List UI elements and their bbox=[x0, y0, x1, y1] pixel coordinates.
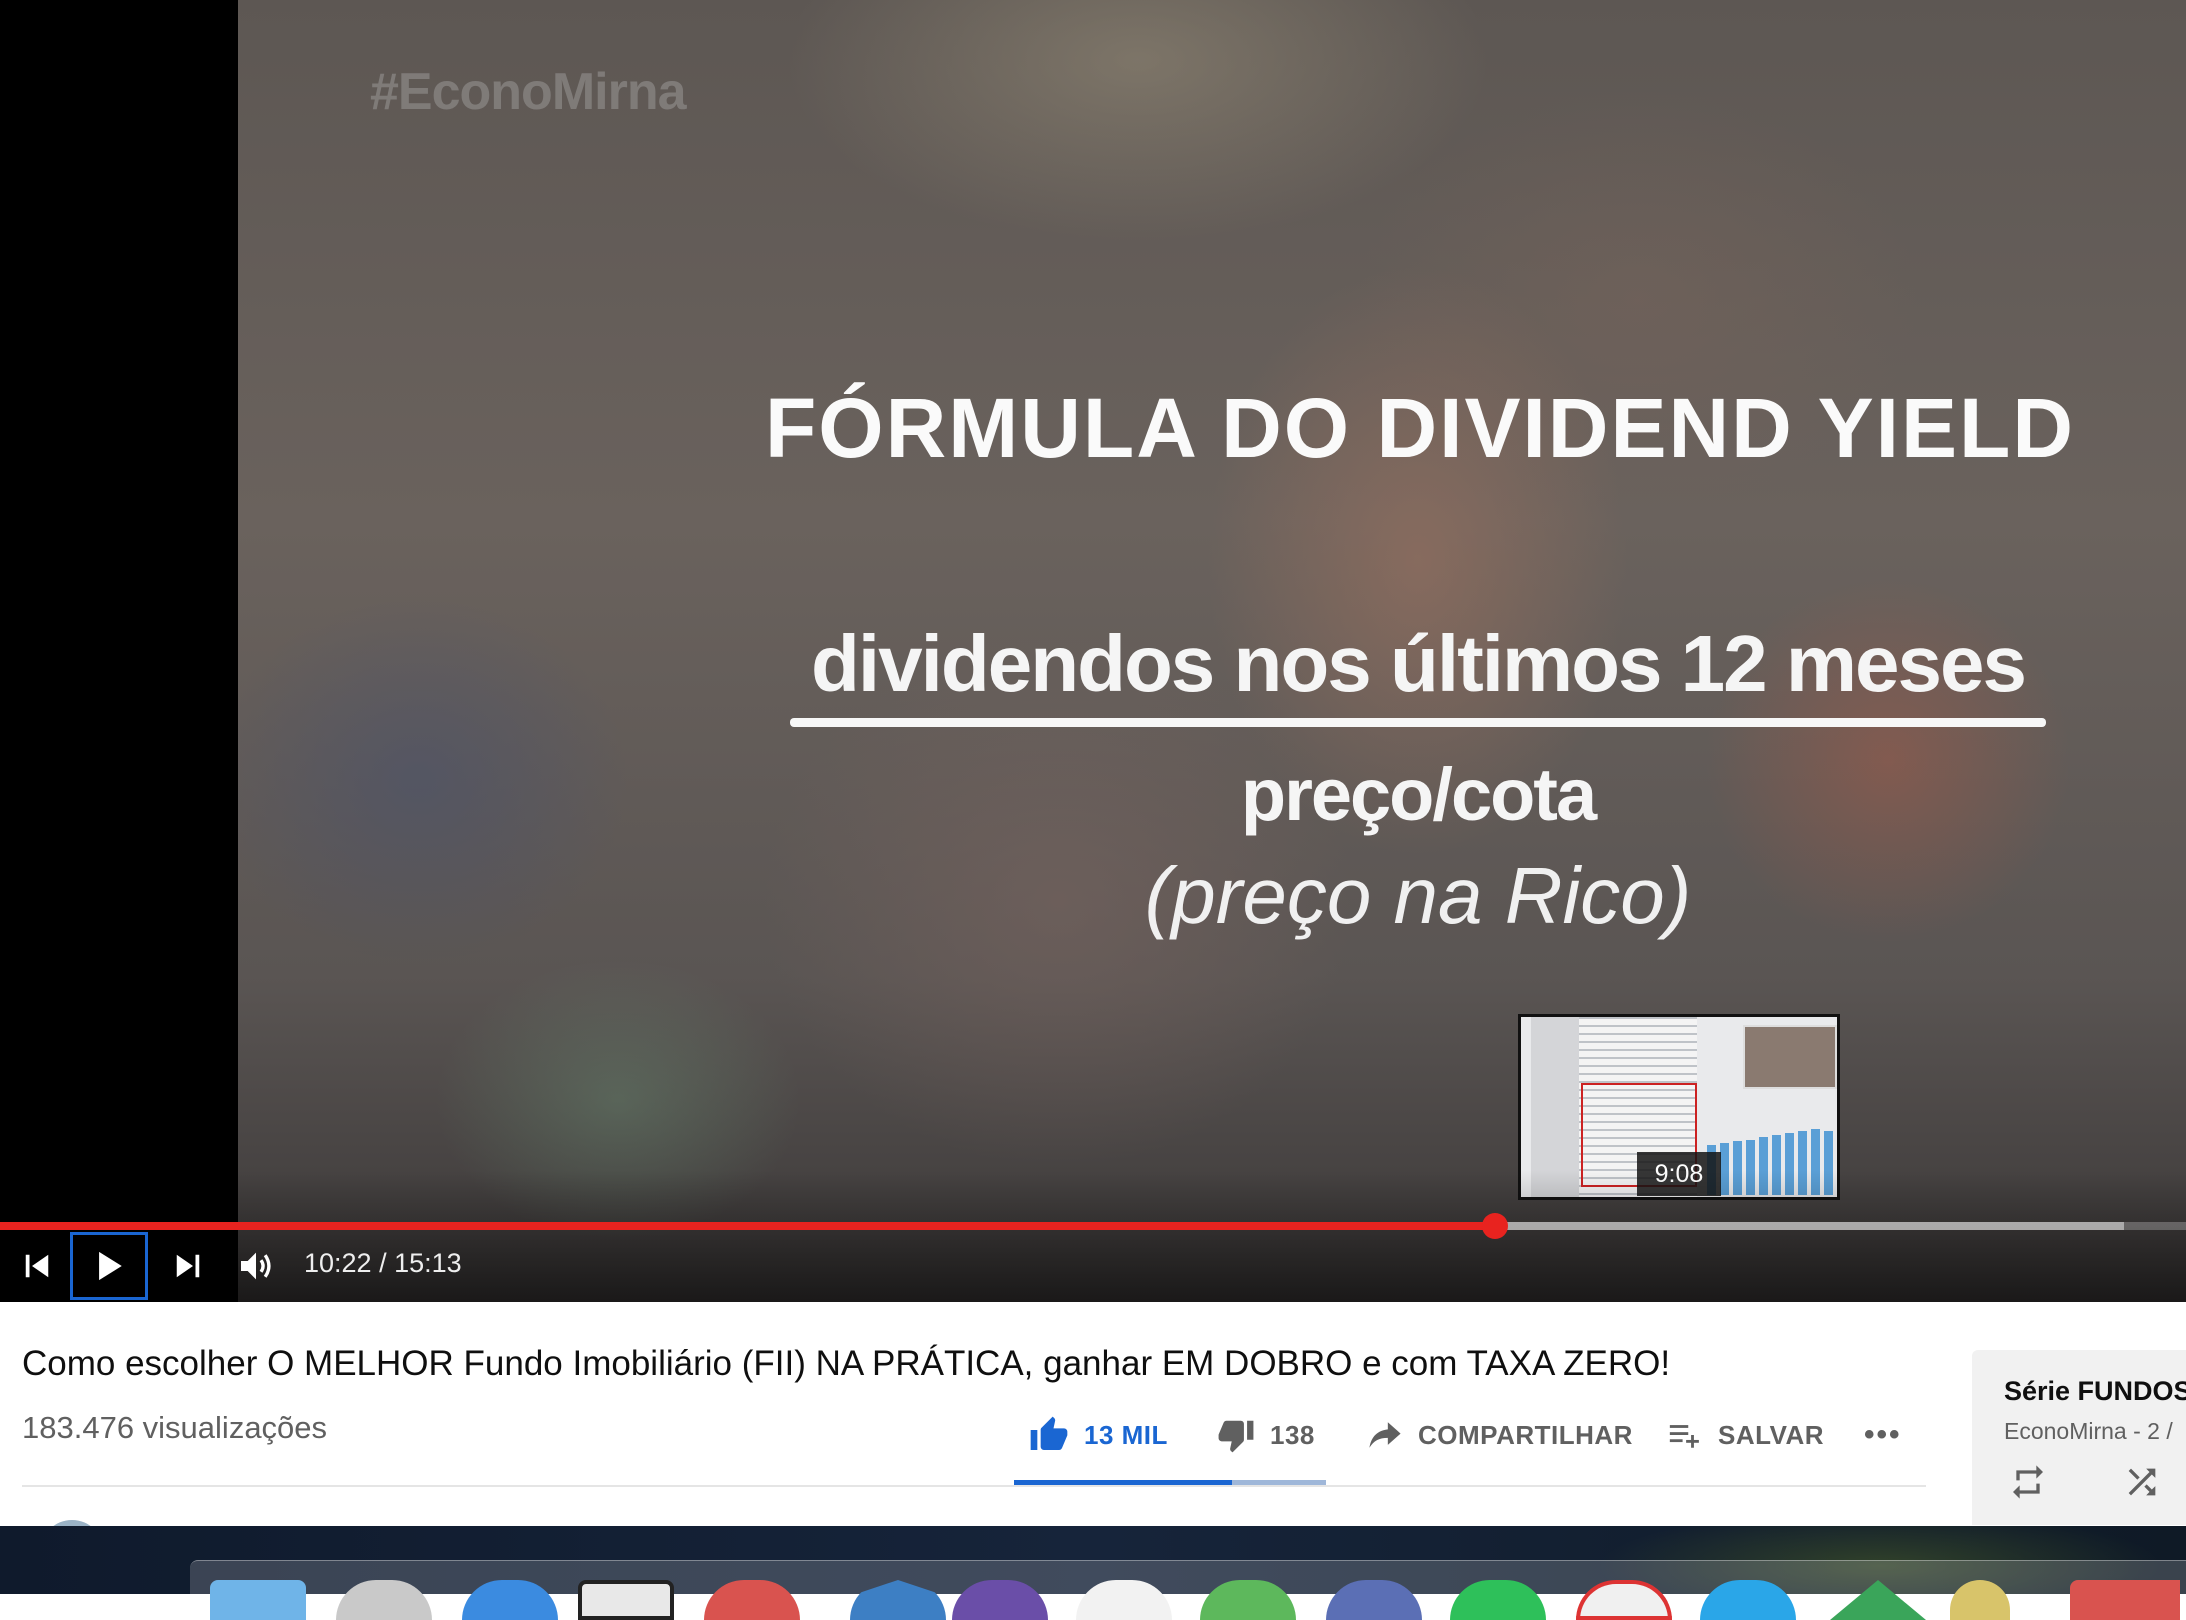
save-button[interactable]: SALVAR bbox=[1664, 1410, 1824, 1460]
more-actions-button[interactable]: ••• bbox=[1864, 1410, 1902, 1460]
next-button[interactable] bbox=[166, 1232, 210, 1300]
like-count: 13 MIL bbox=[1084, 1419, 1168, 1450]
fraction-line bbox=[790, 718, 2046, 727]
divider bbox=[22, 1485, 1926, 1487]
share-icon bbox=[1369, 1422, 1401, 1448]
save-label: SALVAR bbox=[1718, 1419, 1825, 1450]
volume-icon bbox=[241, 1252, 271, 1280]
progress-played bbox=[0, 1222, 1496, 1230]
previous-button[interactable] bbox=[14, 1232, 60, 1300]
loop-icon[interactable] bbox=[2008, 1462, 2048, 1502]
share-button[interactable]: COMPARTILHAR bbox=[1366, 1410, 1633, 1460]
thumbs-down-icon bbox=[1218, 1420, 1254, 1453]
channel-watermark: #EconoMirna bbox=[370, 63, 686, 121]
more-icon: ••• bbox=[1864, 1418, 1902, 1451]
dislike-count: 138 bbox=[1270, 1419, 1315, 1450]
formula-note: (preço na Rico) bbox=[1144, 851, 1692, 940]
notes-icon[interactable] bbox=[578, 1580, 674, 1620]
time-display: 10:22 / 15:13 bbox=[304, 1248, 462, 1278]
preview-webcam bbox=[1743, 1025, 1837, 1089]
share-label: COMPARTILHAR bbox=[1418, 1419, 1633, 1450]
playlist-add-icon bbox=[1669, 1425, 1699, 1448]
playlist-subtitle: EconoMirna - 2 / bbox=[2004, 1418, 2173, 1444]
finder-icon[interactable] bbox=[210, 1580, 306, 1620]
shuffle-icon[interactable] bbox=[2122, 1462, 2162, 1502]
thumbs-up-icon bbox=[1030, 1416, 1068, 1450]
view-count: 183.476 visualizações bbox=[22, 1410, 328, 1445]
formula-numerator: dividendos nos últimos 12 meses bbox=[811, 619, 2027, 708]
skip-previous-icon bbox=[25, 1254, 49, 1278]
dislike-button[interactable]: 138 bbox=[1216, 1410, 1315, 1460]
video-player[interactable]: #EconoMirna FÓRMULA DO DIVIDEND YIELD di… bbox=[0, 0, 2186, 1302]
formula-denominator: preço/cota bbox=[1240, 753, 1597, 836]
calendar-icon[interactable] bbox=[2070, 1580, 2180, 1620]
controls-gradient bbox=[0, 1170, 2186, 1302]
slide-title: FÓRMULA DO DIVIDEND YIELD bbox=[764, 381, 2076, 475]
skip-next-icon bbox=[176, 1254, 200, 1278]
like-button[interactable]: 13 MIL bbox=[1028, 1410, 1168, 1460]
playlist-title[interactable]: Série FUNDOS bbox=[2004, 1376, 2186, 1407]
play-icon bbox=[99, 1251, 122, 1281]
volume-button[interactable] bbox=[232, 1232, 280, 1300]
play-button[interactable] bbox=[70, 1232, 148, 1300]
video-title: Como escolher O MELHOR Fundo Imobiliário… bbox=[22, 1344, 1671, 1383]
playlist-panel[interactable]: Série FUNDOS EconoMirna - 2 / bbox=[1972, 1350, 2186, 1525]
